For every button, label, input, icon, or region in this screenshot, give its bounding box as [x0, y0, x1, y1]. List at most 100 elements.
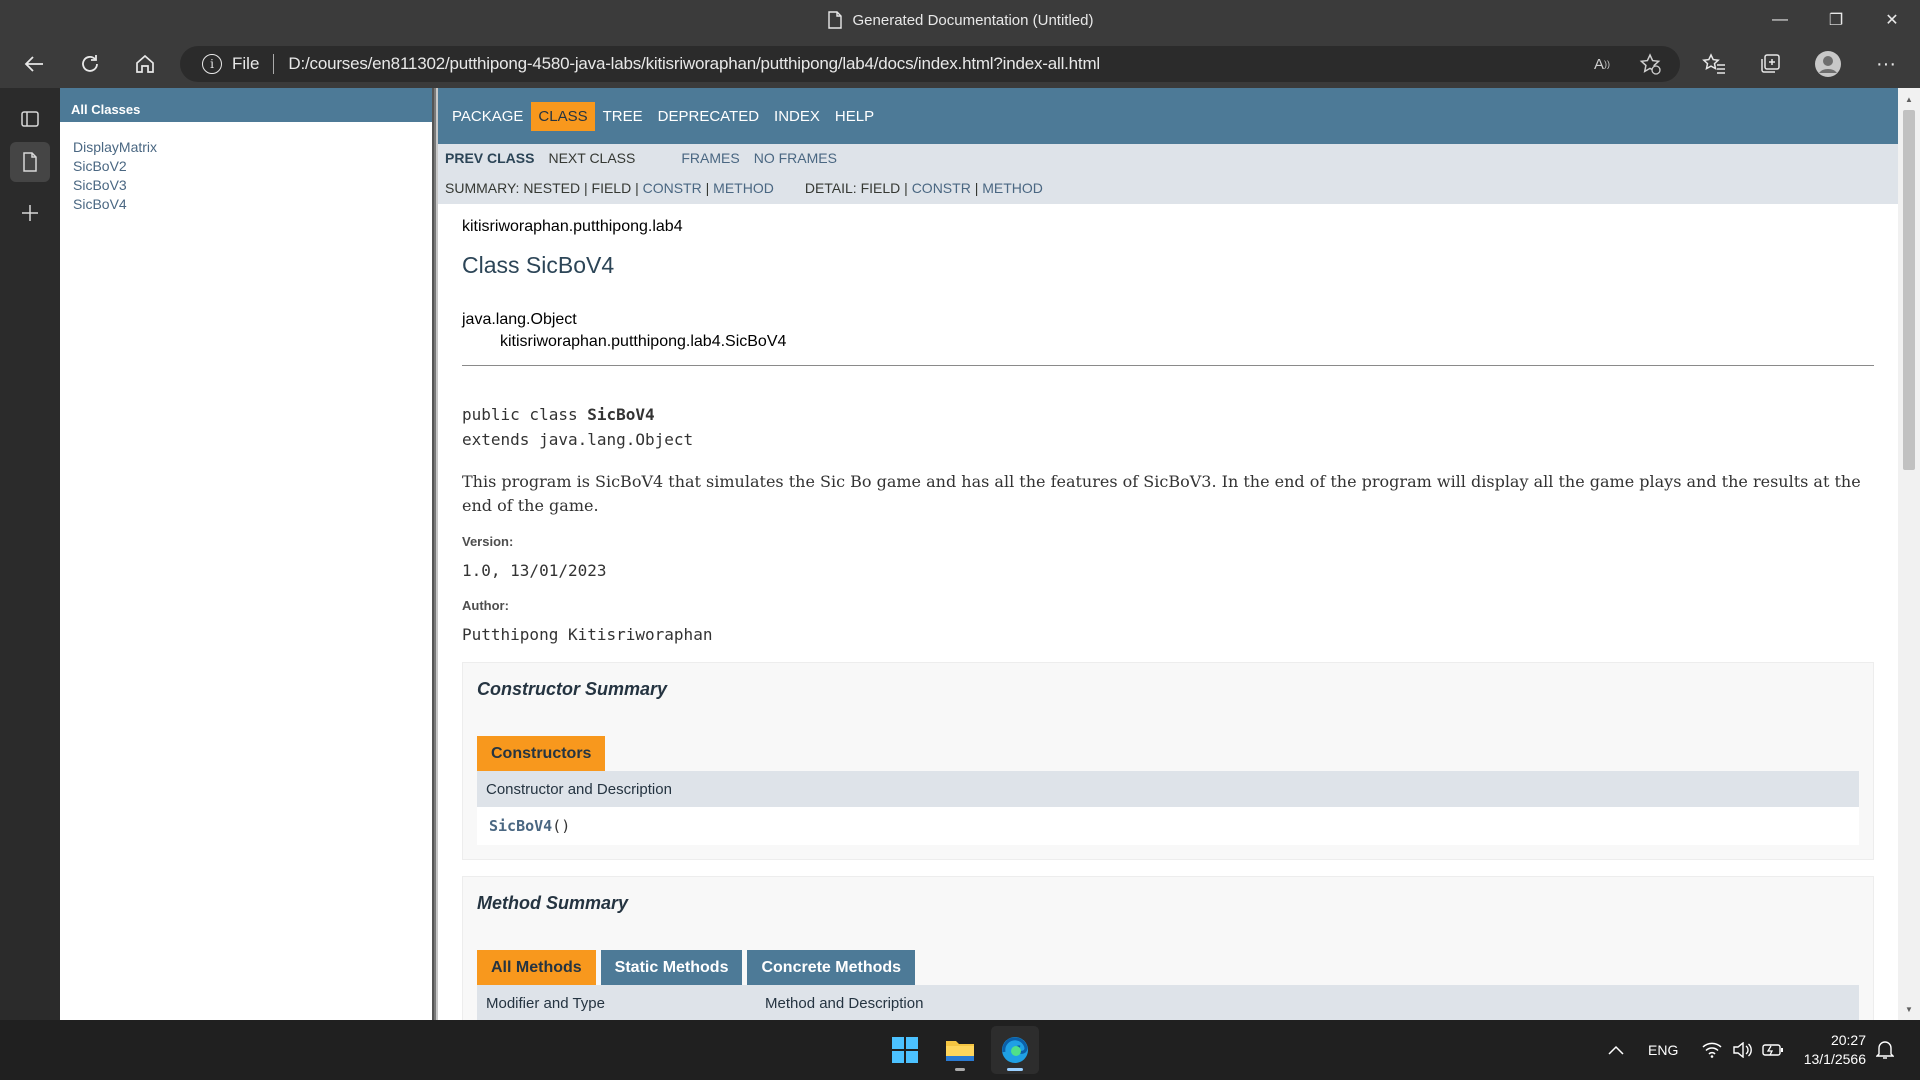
- edge-button[interactable]: [991, 1026, 1039, 1074]
- read-aloud-icon[interactable]: A)): [1590, 52, 1614, 76]
- folder-icon: [946, 1041, 974, 1061]
- nav-help[interactable]: HELP: [828, 102, 881, 131]
- minimize-icon: —: [1772, 11, 1788, 28]
- constructor-tabbar: Constructors: [477, 736, 1859, 771]
- class-link-sicbov3[interactable]: SicBoV3: [73, 176, 432, 195]
- edge-browser-icon: [1002, 1037, 1028, 1063]
- new-tab-button[interactable]: [10, 193, 50, 233]
- column-modifier-type: Modifier and Type: [486, 994, 605, 1012]
- class-doc-frame: PACKAGE CLASS TREE DEPRECATED INDEX HELP…: [438, 88, 1898, 1020]
- window-title-text: Generated Documentation (Untitled): [852, 11, 1094, 29]
- add-favorite-icon[interactable]: [1638, 52, 1662, 76]
- all-classes-header: All Classes: [60, 88, 432, 122]
- active-indicator: [1007, 1068, 1023, 1071]
- scheme-label: File: [232, 54, 260, 73]
- close-window-button[interactable]: ✕: [1864, 0, 1920, 40]
- page-scrollbar[interactable]: ▲ ▼: [1898, 88, 1920, 1020]
- decl-class-name: SicBoV4: [587, 405, 655, 424]
- summary-prefix: SUMMARY: NESTED | FIELD |: [445, 180, 643, 196]
- next-class-link[interactable]: NEXT CLASS: [548, 150, 635, 166]
- tab-actions-button[interactable]: [10, 99, 50, 139]
- tab-all-methods[interactable]: All Methods: [477, 950, 596, 985]
- favorites-button[interactable]: [1690, 40, 1738, 88]
- all-classes-frame: All Classes DisplayMatrix SicBoV2 SicBoV…: [60, 88, 432, 1020]
- subnav-row-summary: SUMMARY: NESTED | FIELD | CONSTR | METHO…: [445, 180, 1043, 196]
- window-title: Generated Documentation (Untitled): [0, 0, 1920, 40]
- detail-prefix: DETAIL: FIELD |: [804, 180, 912, 196]
- file-explorer-button[interactable]: [936, 1026, 984, 1074]
- class-link-sicbov4[interactable]: SicBoV4: [73, 195, 432, 214]
- taskbar: ENG 20:27 13/1/2566: [0, 1020, 1920, 1080]
- window-title-bar: Generated Documentation (Untitled) — ❐ ✕: [0, 0, 1920, 40]
- url-text[interactable]: D:/courses/en811302/putthipong-4580-java…: [288, 54, 1100, 74]
- language-indicator[interactable]: ENG: [1648, 1020, 1678, 1080]
- start-button[interactable]: [881, 1026, 929, 1074]
- clock[interactable]: 20:27 13/1/2566: [1790, 1020, 1866, 1080]
- constructor-summary-title: Constructor Summary: [477, 679, 668, 699]
- home-button[interactable]: [121, 40, 169, 88]
- home-icon: [136, 54, 154, 73]
- scroll-down-icon[interactable]: ▼: [1898, 1000, 1920, 1018]
- restore-button[interactable]: ❐: [1808, 0, 1864, 40]
- sub-navbar: PREV CLASS NEXT CLASS FRAMES NO FRAMES S…: [438, 144, 1898, 204]
- back-button[interactable]: [10, 40, 58, 88]
- constructor-summary: Constructor Summary Constructors Constru…: [462, 662, 1874, 860]
- chevron-up-icon: [1608, 1045, 1624, 1055]
- info-icon[interactable]: i: [202, 54, 222, 74]
- package-name: kitisriworaphan.putthipong.lab4: [462, 218, 683, 235]
- nav-tree[interactable]: TREE: [596, 102, 650, 131]
- tab-current-document[interactable]: [10, 142, 50, 182]
- author-value: Putthipong Kitisriworaphan: [462, 625, 713, 644]
- no-frames-link[interactable]: NO FRAMES: [754, 150, 837, 166]
- inheritance-root: java.lang.Object: [462, 311, 577, 328]
- constructor-link-sicbov4[interactable]: SicBoV4: [489, 817, 552, 835]
- class-link-displaymatrix[interactable]: DisplayMatrix: [73, 138, 432, 157]
- windows-start-icon: [892, 1037, 918, 1063]
- ellipsis-icon: ···: [1876, 52, 1896, 75]
- tray-overflow-button[interactable]: [1608, 1020, 1624, 1080]
- scrollbar-thumb[interactable]: [1903, 110, 1915, 470]
- constructor-column-header: Constructor and Description: [477, 771, 1859, 807]
- running-indicator: [955, 1068, 965, 1071]
- minimize-button[interactable]: —: [1752, 0, 1808, 40]
- method-summary-title: Method Summary: [477, 893, 629, 913]
- version-label: Version:: [462, 534, 514, 549]
- collections-button[interactable]: [1746, 40, 1794, 88]
- refresh-button[interactable]: [66, 40, 114, 88]
- profile-button[interactable]: [1804, 40, 1852, 88]
- tab-static-methods[interactable]: Static Methods: [600, 950, 743, 985]
- favorites-icon: [1702, 53, 1725, 74]
- scroll-up-icon[interactable]: ▲: [1898, 90, 1920, 108]
- nav-deprecated[interactable]: DEPRECATED: [651, 102, 766, 131]
- document-icon: [23, 152, 37, 172]
- tab-concrete-methods[interactable]: Concrete Methods: [747, 950, 916, 985]
- refresh-icon: [82, 55, 98, 72]
- detail-constr-link[interactable]: CONSTR: [912, 180, 971, 196]
- tab-constructors[interactable]: Constructors: [477, 736, 606, 771]
- more-menu-button[interactable]: ···: [1862, 40, 1910, 88]
- page-content: All Classes DisplayMatrix SicBoV2 SicBoV…: [60, 88, 1920, 1020]
- restore-icon: ❐: [1828, 12, 1844, 29]
- class-link-sicbov2[interactable]: SicBoV2: [73, 157, 432, 176]
- class-doc-body: kitisriworaphan.putthipong.lab4 Class Si…: [462, 204, 1874, 1020]
- method-tabbar: All Methods Static Methods Concrete Meth…: [477, 950, 1859, 985]
- back-arrow-icon: [24, 56, 43, 72]
- quick-settings-button[interactable]: [1702, 1020, 1784, 1080]
- detail-separator: |: [970, 180, 983, 196]
- prev-class-link[interactable]: PREV CLASS: [445, 150, 534, 166]
- notification-bell-icon: [1876, 1041, 1894, 1059]
- summary-separator: |: [701, 180, 714, 196]
- nav-package[interactable]: PACKAGE: [445, 102, 530, 131]
- nav-class[interactable]: CLASS: [531, 101, 595, 131]
- summary-method-link[interactable]: METHOD: [713, 180, 774, 196]
- collections-icon: [1761, 54, 1780, 73]
- decl-extends: extends java.lang.Object: [462, 430, 694, 449]
- frames-link[interactable]: FRAMES: [681, 150, 739, 166]
- address-bar[interactable]: i File D:/courses/en811302/putthipong-45…: [180, 46, 1680, 82]
- detail-method-link[interactable]: METHOD: [982, 180, 1043, 196]
- browser-toolbar: i File D:/courses/en811302/putthipong-45…: [0, 40, 1920, 88]
- summary-constr-link[interactable]: CONSTR: [643, 180, 702, 196]
- nav-index[interactable]: INDEX: [767, 102, 827, 131]
- document-icon: [827, 11, 842, 29]
- notifications-button[interactable]: [1876, 1020, 1894, 1080]
